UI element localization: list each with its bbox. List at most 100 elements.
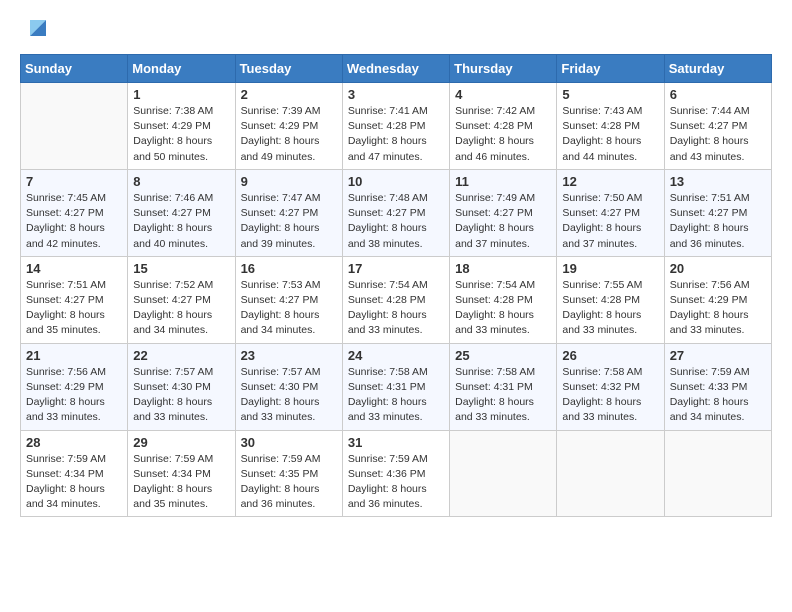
day-info: Sunrise: 7:48 AM Sunset: 4:27 PM Dayligh…	[348, 191, 444, 252]
calendar-cell: 27 Sunrise: 7:59 AM Sunset: 4:33 PM Dayli…	[664, 343, 771, 430]
col-header-friday: Friday	[557, 55, 664, 83]
col-header-tuesday: Tuesday	[235, 55, 342, 83]
calendar-cell: 11 Sunrise: 7:49 AM Sunset: 4:27 PM Dayli…	[450, 169, 557, 256]
calendar-cell	[664, 430, 771, 517]
day-number: 18	[455, 261, 551, 276]
calendar-cell: 7Sunrise: 7:45 AM Sunset: 4:27 PM Daylig…	[21, 169, 128, 256]
day-number: 8	[133, 174, 229, 189]
day-number: 21	[26, 348, 122, 363]
header	[20, 16, 772, 44]
day-number: 15	[133, 261, 229, 276]
calendar-cell: 24 Sunrise: 7:58 AM Sunset: 4:31 PM Dayli…	[342, 343, 449, 430]
day-number: 6	[670, 87, 766, 102]
calendar-week-row: 21Sunrise: 7:56 AM Sunset: 4:29 PM Dayli…	[21, 343, 772, 430]
day-info: Sunrise: 7:39 AM Sunset: 4:29 PM Dayligh…	[241, 104, 337, 165]
day-info: Sunrise: 7:55 AM Sunset: 4:28 PM Dayligh…	[562, 278, 658, 339]
day-info: Sunrise: 7:58 AM Sunset: 4:31 PM Dayligh…	[455, 365, 551, 426]
day-number: 23	[241, 348, 337, 363]
calendar-cell: 21Sunrise: 7:56 AM Sunset: 4:29 PM Dayli…	[21, 343, 128, 430]
col-header-wednesday: Wednesday	[342, 55, 449, 83]
calendar-cell: 16 Sunrise: 7:53 AM Sunset: 4:27 PM Dayli…	[235, 256, 342, 343]
day-number: 26	[562, 348, 658, 363]
calendar-cell	[557, 430, 664, 517]
calendar-week-row: 28 Sunrise: 7:59 AM Sunset: 4:34 PM Dayli…	[21, 430, 772, 517]
calendar-cell: 14Sunrise: 7:51 AM Sunset: 4:27 PM Dayli…	[21, 256, 128, 343]
day-number: 28	[26, 435, 122, 450]
day-info: Sunrise: 7:56 AM Sunset: 4:29 PM Dayligh…	[670, 278, 766, 339]
calendar-cell: 30 Sunrise: 7:59 AM Sunset: 4:35 PM Dayli…	[235, 430, 342, 517]
col-header-monday: Monday	[128, 55, 235, 83]
day-info: Sunrise: 7:58 AM Sunset: 4:31 PM Dayligh…	[348, 365, 444, 426]
calendar-week-row: 1 Sunrise: 7:38 AM Sunset: 4:29 PM Daylig…	[21, 83, 772, 170]
day-info: Sunrise: 7:49 AM Sunset: 4:27 PM Dayligh…	[455, 191, 551, 252]
day-number: 9	[241, 174, 337, 189]
calendar-cell: 9 Sunrise: 7:47 AM Sunset: 4:27 PM Daylig…	[235, 169, 342, 256]
day-number: 16	[241, 261, 337, 276]
calendar-cell: 23 Sunrise: 7:57 AM Sunset: 4:30 PM Dayli…	[235, 343, 342, 430]
day-number: 22	[133, 348, 229, 363]
calendar-cell: 4 Sunrise: 7:42 AM Sunset: 4:28 PM Daylig…	[450, 83, 557, 170]
calendar-cell: 28Sunrise: 7:59 AM Sunset: 4:34 PM Dayli…	[21, 430, 128, 517]
day-number: 1	[133, 87, 229, 102]
day-info: Sunrise: 7:41 AM Sunset: 4:28 PM Dayligh…	[348, 104, 444, 165]
day-info: Sunrise: 7:57 AM Sunset: 4:30 PM Dayligh…	[133, 365, 229, 426]
calendar-cell: 10 Sunrise: 7:48 AM Sunset: 4:27 PM Dayli…	[342, 169, 449, 256]
day-info: Sunrise: 7:38 AM Sunset: 4:29 PM Dayligh…	[133, 104, 229, 165]
day-info: Sunrise: 7:50 AM Sunset: 4:27 PM Dayligh…	[562, 191, 658, 252]
day-info: Sunrise: 7:52 AM Sunset: 4:27 PM Dayligh…	[133, 278, 229, 339]
day-number: 14	[26, 261, 122, 276]
day-info: Sunrise: 7:43 AM Sunset: 4:28 PM Dayligh…	[562, 104, 658, 165]
calendar-week-row: 14Sunrise: 7:51 AM Sunset: 4:27 PM Dayli…	[21, 256, 772, 343]
calendar-cell	[21, 83, 128, 170]
day-number: 27	[670, 348, 766, 363]
calendar-cell: 12 Sunrise: 7:50 AM Sunset: 4:27 PM Dayli…	[557, 169, 664, 256]
day-number: 25	[455, 348, 551, 363]
day-number: 10	[348, 174, 444, 189]
calendar-cell: 3 Sunrise: 7:41 AM Sunset: 4:28 PM Daylig…	[342, 83, 449, 170]
calendar-cell: 15 Sunrise: 7:52 AM Sunset: 4:27 PM Dayli…	[128, 256, 235, 343]
calendar-cell: 5Sunrise: 7:43 AM Sunset: 4:28 PM Daylig…	[557, 83, 664, 170]
day-info: Sunrise: 7:57 AM Sunset: 4:30 PM Dayligh…	[241, 365, 337, 426]
calendar-cell: 22 Sunrise: 7:57 AM Sunset: 4:30 PM Dayli…	[128, 343, 235, 430]
calendar-cell: 2Sunrise: 7:39 AM Sunset: 4:29 PM Daylig…	[235, 83, 342, 170]
logo-icon	[24, 14, 52, 42]
calendar-header-row: SundayMondayTuesdayWednesdayThursdayFrid…	[21, 55, 772, 83]
col-header-thursday: Thursday	[450, 55, 557, 83]
col-header-saturday: Saturday	[664, 55, 771, 83]
day-number: 3	[348, 87, 444, 102]
day-number: 31	[348, 435, 444, 450]
calendar-cell: 1 Sunrise: 7:38 AM Sunset: 4:29 PM Daylig…	[128, 83, 235, 170]
day-info: Sunrise: 7:42 AM Sunset: 4:28 PM Dayligh…	[455, 104, 551, 165]
calendar-cell: 26 Sunrise: 7:58 AM Sunset: 4:32 PM Dayli…	[557, 343, 664, 430]
day-info: Sunrise: 7:44 AM Sunset: 4:27 PM Dayligh…	[670, 104, 766, 165]
day-info: Sunrise: 7:54 AM Sunset: 4:28 PM Dayligh…	[455, 278, 551, 339]
day-number: 19	[562, 261, 658, 276]
day-info: Sunrise: 7:53 AM Sunset: 4:27 PM Dayligh…	[241, 278, 337, 339]
calendar-cell	[450, 430, 557, 517]
calendar-table: SundayMondayTuesdayWednesdayThursdayFrid…	[20, 54, 772, 517]
calendar-cell: 31 Sunrise: 7:59 AM Sunset: 4:36 PM Dayli…	[342, 430, 449, 517]
day-number: 12	[562, 174, 658, 189]
day-info: Sunrise: 7:59 AM Sunset: 4:35 PM Dayligh…	[241, 452, 337, 513]
day-info: Sunrise: 7:58 AM Sunset: 4:32 PM Dayligh…	[562, 365, 658, 426]
day-number: 11	[455, 174, 551, 189]
day-number: 29	[133, 435, 229, 450]
day-info: Sunrise: 7:46 AM Sunset: 4:27 PM Dayligh…	[133, 191, 229, 252]
calendar-cell: 20 Sunrise: 7:56 AM Sunset: 4:29 PM Dayli…	[664, 256, 771, 343]
day-info: Sunrise: 7:54 AM Sunset: 4:28 PM Dayligh…	[348, 278, 444, 339]
logo	[20, 16, 52, 44]
day-number: 13	[670, 174, 766, 189]
calendar-week-row: 7Sunrise: 7:45 AM Sunset: 4:27 PM Daylig…	[21, 169, 772, 256]
day-info: Sunrise: 7:47 AM Sunset: 4:27 PM Dayligh…	[241, 191, 337, 252]
day-number: 30	[241, 435, 337, 450]
day-info: Sunrise: 7:59 AM Sunset: 4:33 PM Dayligh…	[670, 365, 766, 426]
day-number: 24	[348, 348, 444, 363]
page: SundayMondayTuesdayWednesdayThursdayFrid…	[0, 0, 792, 612]
calendar-cell: 25 Sunrise: 7:58 AM Sunset: 4:31 PM Dayli…	[450, 343, 557, 430]
col-header-sunday: Sunday	[21, 55, 128, 83]
day-number: 7	[26, 174, 122, 189]
day-info: Sunrise: 7:59 AM Sunset: 4:36 PM Dayligh…	[348, 452, 444, 513]
day-number: 4	[455, 87, 551, 102]
day-info: Sunrise: 7:59 AM Sunset: 4:34 PM Dayligh…	[133, 452, 229, 513]
day-number: 20	[670, 261, 766, 276]
